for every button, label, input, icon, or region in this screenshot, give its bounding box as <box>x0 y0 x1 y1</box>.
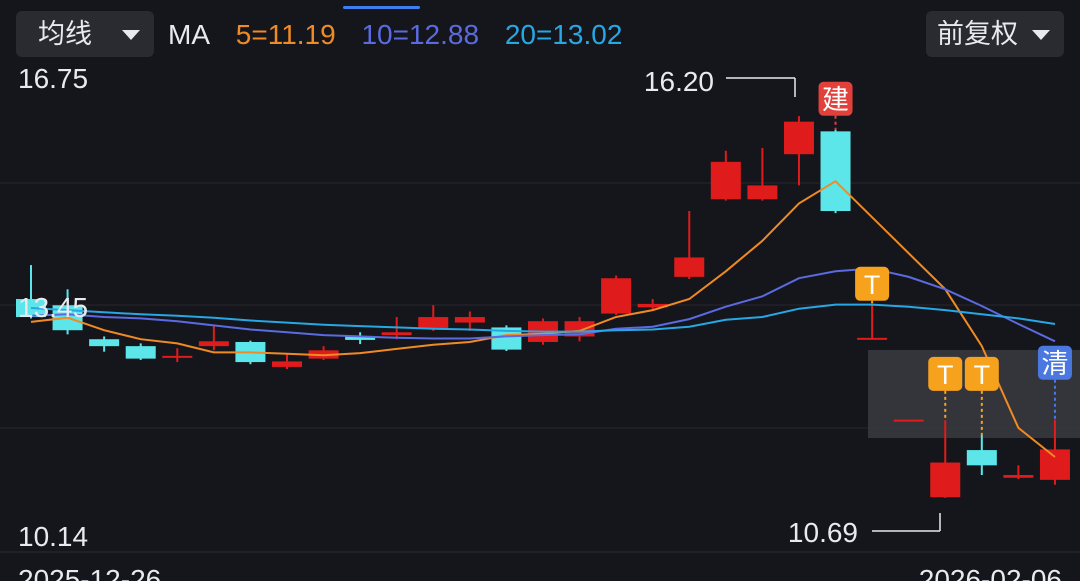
candle-body[interactable] <box>1039 449 1070 480</box>
x-axis-tick-label: 2025-12-26 <box>18 564 161 581</box>
high-price-label: 16.20 <box>644 66 714 97</box>
candle-body[interactable] <box>966 450 997 466</box>
low-price-label: 10.69 <box>788 517 858 548</box>
candle-body[interactable] <box>930 462 961 498</box>
candle-body[interactable] <box>1003 475 1034 478</box>
y-axis-tick-label: 13.45 <box>18 292 88 323</box>
candle-body[interactable] <box>747 185 778 200</box>
candle-body[interactable] <box>381 332 412 336</box>
candle-body[interactable] <box>857 337 888 340</box>
x-axis-tick-label: 2026-02-06 <box>919 564 1062 581</box>
trade-marker-label: T <box>937 360 954 390</box>
candle-body[interactable] <box>893 419 924 422</box>
trade-marker-label: 清 <box>1041 349 1068 379</box>
trade-marker-label: 建 <box>822 85 849 115</box>
candle-body[interactable] <box>783 121 814 155</box>
candle-body[interactable] <box>454 317 485 323</box>
y-axis-tick-label: 16.75 <box>18 63 88 94</box>
candle-body[interactable] <box>601 278 632 314</box>
candle-body[interactable] <box>89 339 120 347</box>
trade-marker-label: T <box>864 270 881 300</box>
candle-body[interactable] <box>125 346 156 359</box>
candle-body[interactable] <box>162 355 193 358</box>
trade-marker-label: T <box>974 360 991 390</box>
y-axis-tick-label: 10.14 <box>18 521 88 552</box>
candle-body[interactable] <box>710 161 741 200</box>
candle-body[interactable] <box>271 361 302 367</box>
candle-body[interactable] <box>418 317 449 329</box>
candle-body[interactable] <box>674 257 705 277</box>
candle-body[interactable] <box>820 131 851 212</box>
candlestick-chart[interactable]: 建TT T 清16.2010.6916.7513.4510.142025-12-26… <box>0 0 1080 581</box>
candle-body[interactable] <box>198 341 229 347</box>
